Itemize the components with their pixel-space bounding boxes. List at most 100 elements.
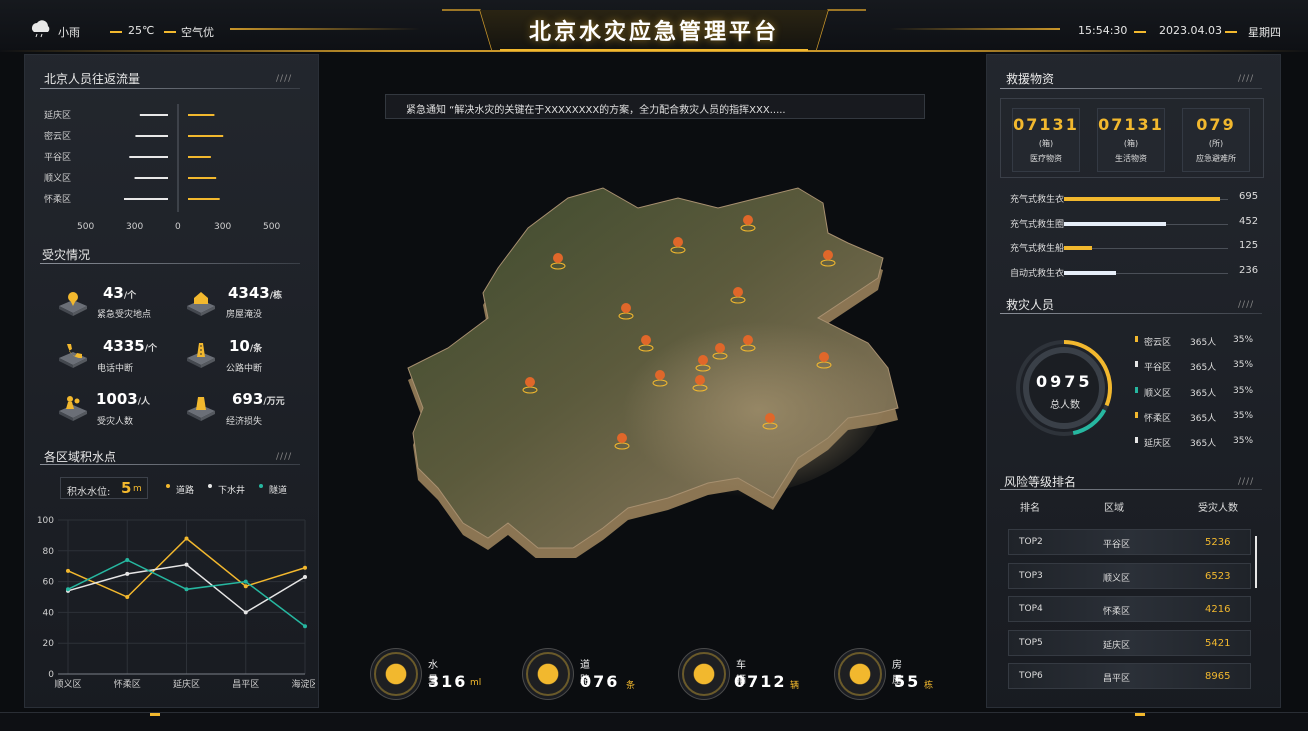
stat-number: 693	[232, 390, 264, 408]
flow-district-label: 顺义区	[44, 173, 71, 184]
legend-road[interactable]: 道路	[176, 483, 194, 496]
flow-district-label: 平谷区	[44, 152, 71, 163]
supply-box: 07131 (箱) 生活物资	[1097, 108, 1165, 172]
stat-unit: /条	[249, 344, 263, 354]
rescuers-title: 救灾人员	[1006, 298, 1055, 312]
risk-row[interactable]: TOP4 怀柔区 4216	[1008, 596, 1251, 623]
risk-header-count: 受灾人数	[1198, 503, 1238, 514]
series-point	[125, 558, 130, 563]
risk-row[interactable]: TOP5 延庆区 5421	[1008, 629, 1251, 656]
flow-axis-tick: 0	[175, 222, 181, 232]
risk-header-district: 区域	[1104, 503, 1124, 514]
supply-value: 07131	[1098, 115, 1164, 134]
flow-axis-tick: 300	[214, 222, 232, 232]
risk-header-rank: 排名	[1020, 503, 1040, 514]
risk-count: 6523	[1205, 570, 1231, 582]
series-point	[125, 571, 130, 576]
supply-label: 应急避难所	[1196, 154, 1236, 163]
flow-outbound-bar	[129, 156, 168, 158]
rescuer-district: 密云区	[1144, 338, 1172, 348]
series-point	[243, 584, 248, 589]
risk-rank: TOP4	[1019, 604, 1043, 615]
legend-sewer[interactable]: 下水井	[218, 483, 245, 496]
stat-number: 1003	[96, 390, 138, 408]
rescuer-color-dot	[1135, 336, 1138, 342]
road-icon	[526, 652, 570, 696]
risk-scrollbar[interactable]	[1255, 536, 1257, 588]
supply-bar-label: 充气式救生衣	[1010, 195, 1065, 205]
section-mark: ////	[276, 74, 293, 84]
money-icon	[187, 397, 215, 421]
section-mark: ////	[1238, 300, 1255, 310]
risk-rank: TOP6	[1019, 671, 1043, 682]
flow-inbound-bar	[188, 177, 217, 179]
rescuer-count: 365人	[1190, 413, 1217, 424]
header-rule	[890, 28, 1060, 30]
supply-label: 医疗物资	[1030, 154, 1062, 163]
road-icon	[187, 343, 215, 368]
risk-count: 4216	[1205, 604, 1231, 616]
section-divider	[1000, 313, 1262, 314]
risk-district: 延庆区	[1103, 640, 1131, 651]
rescuer-color-dot	[1135, 437, 1138, 444]
stat-value: 43/个	[103, 284, 136, 302]
risk-row[interactable]: TOP2 平谷区 5236	[1008, 529, 1251, 555]
supply-unit: (箱)	[1038, 139, 1054, 148]
dash	[1134, 31, 1146, 33]
rescuer-color-dot	[1135, 411, 1138, 418]
supply-bar-fill	[1064, 246, 1092, 250]
risk-row[interactable]: TOP3 顺义区 6523	[1008, 562, 1251, 589]
rescuer-count: 365人	[1190, 439, 1217, 450]
bottom-stat-unit: 辆	[790, 681, 800, 691]
supply-bar-label: 充气式救生船	[1010, 244, 1065, 254]
series-point	[243, 610, 248, 615]
risk-row[interactable]: TOP6 昌平区 8965	[1008, 663, 1251, 690]
weather-text: 小雨	[58, 26, 80, 39]
series-point	[303, 624, 307, 629]
dash	[164, 31, 176, 33]
drop-house-icon	[838, 652, 882, 696]
frame-accent	[1135, 713, 1145, 716]
dash	[1225, 31, 1237, 33]
section-mark: ////	[276, 452, 293, 462]
house-icon	[187, 292, 215, 316]
rescuer-count: 365人	[1190, 388, 1217, 399]
section-divider	[1000, 489, 1262, 490]
y-tick-label: 60	[43, 578, 55, 588]
title-plate: 北京水灾应急管理平台	[440, 4, 868, 52]
section-divider	[40, 464, 300, 465]
flow-title: 北京人员往返流量	[44, 72, 141, 86]
clock-weekday: 星期四	[1248, 26, 1281, 39]
bottom-frame	[0, 712, 1308, 731]
stat-label: 房屋淹没	[226, 310, 263, 320]
supplies-title: 救援物资	[1006, 72, 1055, 86]
supply-bar-value: 236	[1239, 264, 1259, 276]
supply-bar-value: 125	[1239, 240, 1259, 251]
x-tick-label: 怀柔区	[114, 678, 141, 690]
stat-number: 4335	[103, 337, 145, 355]
notice-text: 紧急通知 “解决水灾的关键在于XXXXXXXX的方案，全力配合救灾人员的指挥XX…	[406, 105, 786, 116]
x-tick-label: 海淀区	[291, 678, 315, 690]
bottom-stat-value: 316	[428, 672, 468, 691]
beijing-map[interactable]	[378, 168, 918, 558]
disaster-title: 受灾情况	[42, 248, 91, 262]
series-point	[184, 562, 189, 567]
y-tick-label: 40	[43, 608, 55, 618]
flow-outbound-bar	[135, 135, 168, 137]
people-icon	[59, 396, 87, 421]
bottom-stat-value: 076	[580, 672, 620, 691]
stat-unit: /人	[137, 397, 151, 407]
stat-number: 43	[103, 284, 124, 302]
legend-tunnel[interactable]: 隧道	[269, 483, 287, 496]
flow-district-label: 密云区	[44, 130, 71, 142]
x-tick-label: 顺义区	[54, 679, 81, 690]
flow-inbound-bar	[188, 156, 211, 158]
rescuer-pct: 35%	[1233, 360, 1254, 371]
bottom-stat-unit: 栋	[924, 681, 934, 691]
flow-district-label: 延庆区	[44, 109, 71, 121]
y-tick-label: 0	[48, 670, 54, 680]
risk-rank: TOP5	[1019, 637, 1043, 648]
flow-outbound-bar	[134, 177, 168, 179]
stat-value: 4335/个	[103, 337, 157, 355]
stat-unit: /万元	[263, 397, 285, 407]
